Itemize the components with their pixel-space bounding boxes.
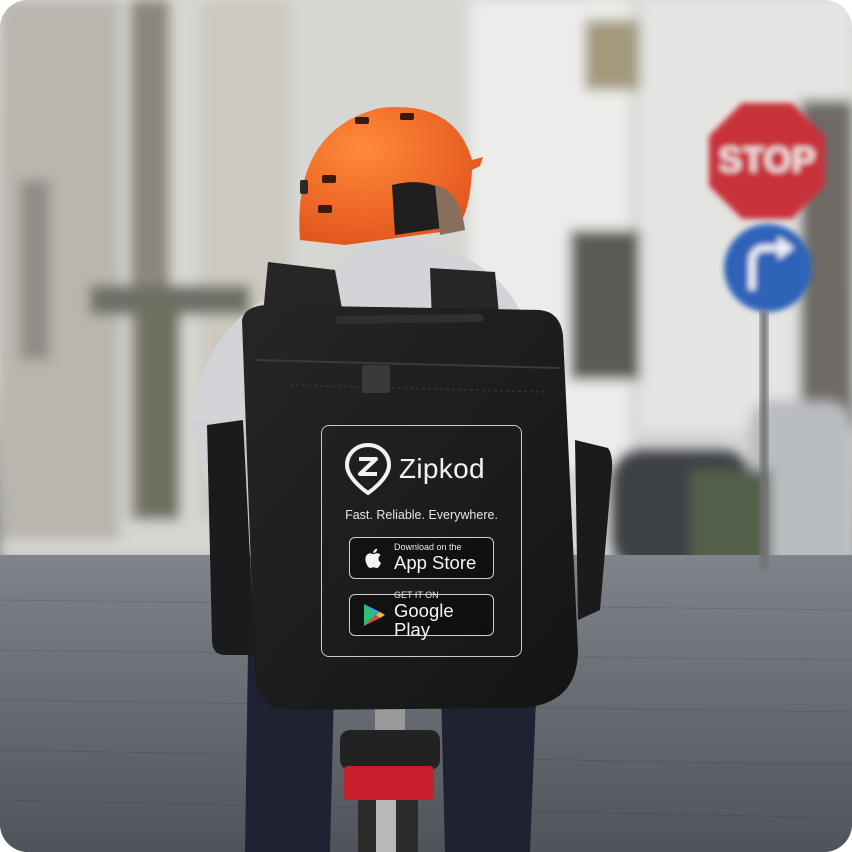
app-store-small-label: Download on the <box>394 542 462 553</box>
delivery-rider-photo: STOP Zipkod Fast. Reliable. Everywhere. … <box>0 0 852 852</box>
google-play-small-label: GET IT ON <box>394 590 439 600</box>
brand-name: Zipkod <box>399 453 485 484</box>
stop-sign: STOP <box>709 103 825 219</box>
zipkod-logo-icon <box>345 443 391 495</box>
google-play-icon <box>364 604 385 626</box>
brand-tagline: Fast. Reliable. Everywhere. <box>345 508 498 522</box>
app-store-label: App Store <box>394 552 477 574</box>
svg-text:STOP: STOP <box>718 139 815 180</box>
google-play-badge[interactable]: GET IT ON Google Play <box>349 590 494 640</box>
google-play-label: Google Play <box>394 600 454 640</box>
app-store-badge[interactable]: Download on the App Store <box>349 537 494 579</box>
blue-direction-sign <box>724 224 812 312</box>
zipkod-logo: Zipkod <box>345 443 485 495</box>
apple-icon <box>365 548 381 569</box>
